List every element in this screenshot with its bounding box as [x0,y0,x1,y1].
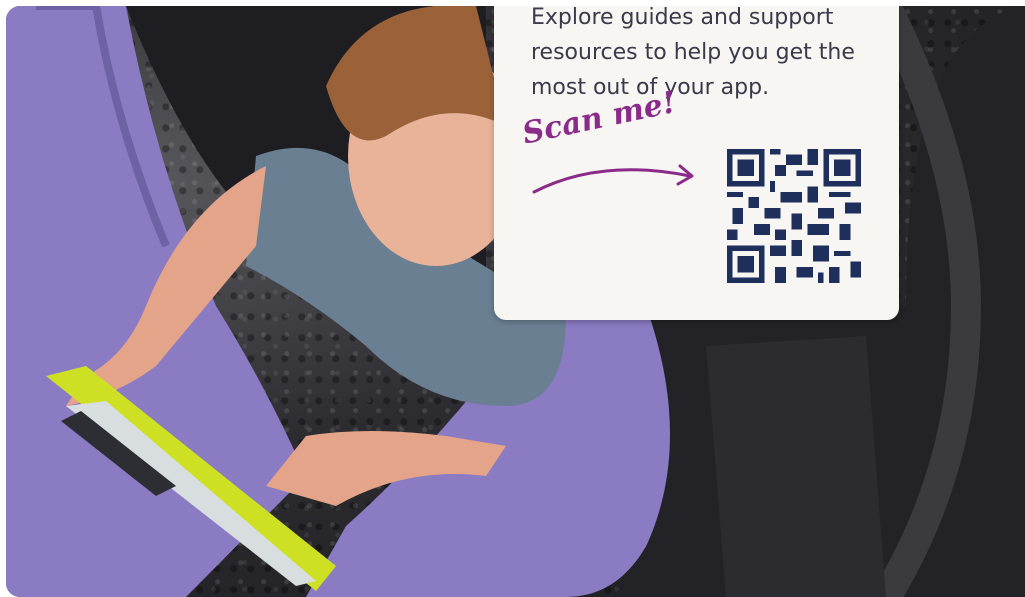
support-info-card: Explore guides and support resources to … [494,6,899,320]
curved-arrow-icon [532,164,694,194]
qr-code-icon[interactable] [727,149,861,283]
card-description: Explore guides and support resources to … [531,6,855,100]
hero-image-frame: Explore guides and support resources to … [6,6,1025,597]
